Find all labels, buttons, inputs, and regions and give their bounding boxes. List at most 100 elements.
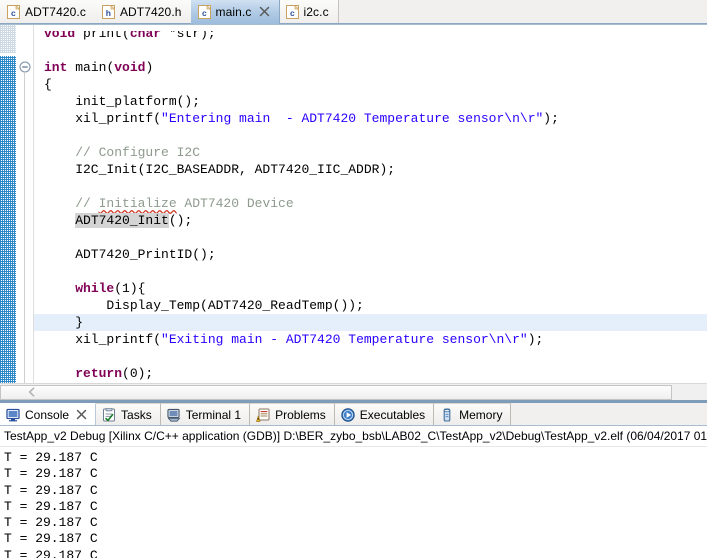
editor-horizontal-scrollbar[interactable] [0,383,707,400]
console-output-line: T = 29.187 C [4,531,98,547]
code-line[interactable]: I2C_Init(I2C_BASEADDR, ADT7420_IIC_ADDR)… [34,161,707,178]
code-token: "Entering main - ADT7420 Temperature sen… [161,111,544,126]
memory-chip-icon [443,407,451,422]
editor-tab-label: ADT7420.h [119,5,182,19]
close-icon[interactable] [76,409,87,420]
code-line[interactable]: // Configure I2C [34,144,707,161]
console-tab-label: Problems [275,407,326,422]
code-token: xil_printf( [44,111,162,126]
code-line[interactable] [34,229,707,246]
code-token: ADT7420_Init [75,213,169,228]
code-token: ADT7420 Device [176,196,294,211]
console-view-panel: Console Tasks Terminal 1 Problems Executable… [0,403,707,558]
console-status-line: TestApp_v2 Debug [Xilinx C/C++ applicati… [0,426,707,447]
console-tab-problems[interactable]: Problems [250,403,335,425]
code-token: I2C_Init(I2C_BASEADDR, ADT7420_IIC_ADDR)… [44,162,396,177]
code-token: (1){ [114,281,146,296]
eclipse-sdk-window: c ADT7420.c h ADT7420.h c main.c c i2c.c void p… [0,0,707,558]
code-line[interactable]: Display_Temp(ADT7420_ReadTemp()); [34,297,707,314]
console-tab-tasks[interactable]: Tasks [96,403,161,425]
console-output-line: T = 29.187 C [4,450,98,465]
code-line[interactable] [34,127,707,144]
code-line[interactable]: ADT7420_PrintID(); [34,246,707,263]
console-output-line: T = 29.187 C [4,547,98,558]
console-tab-label: Console [25,407,70,422]
code-token: ); [543,111,559,126]
code-token: while [75,281,115,296]
change-bar-chunk-modified [0,56,16,383]
editor-tab-label: ADT7420.c [25,5,86,19]
folding-ruler[interactable] [16,25,34,383]
editor-tab-main-c[interactable]: c main.c [190,0,280,24]
code-token: // Configure I2C [44,145,201,160]
code-line[interactable]: while(1){ [34,280,707,297]
h-file-icon: h [101,5,115,19]
console-tab-bar: Console Tasks Terminal 1 Problems Executable… [0,403,707,426]
code-line[interactable]: init_platform(); [34,93,707,110]
code-line[interactable] [34,42,707,59]
chevron-left-icon[interactable] [26,386,38,398]
code-line-current[interactable]: } [34,314,707,331]
code-line[interactable] [34,178,707,195]
code-line[interactable]: xil_printf("Exiting main - ADT7420 Tempe… [34,331,707,348]
code-line[interactable]: return(0); [34,365,707,382]
console-monitor-icon [6,408,20,421]
code-line[interactable]: { [34,76,707,93]
close-icon[interactable] [259,6,270,17]
code-line[interactable] [34,263,707,280]
console-tab-label: Executables [359,407,426,422]
code-token: xil_printf( [44,332,162,347]
console-tab-label: Tasks [121,407,152,422]
code-token: // [44,196,99,211]
svg-text:c: c [290,8,295,18]
c-file-icon: c [285,5,299,19]
code-line[interactable]: ADT7420_Init(); [34,212,707,229]
code-line[interactable]: // Initialize ADT7420 Device [34,195,707,212]
code-token: ); [527,332,544,347]
editor-tab-i2c-c[interactable]: c i2c.c [278,0,339,24]
editor-tab-label: main.c [215,4,252,19]
code-token: (); [168,213,193,228]
code-line[interactable]: xil_printf("Entering main - ADT7420 Temp… [34,110,707,127]
code-token: ADT7420_PrintID(); [44,247,216,262]
svg-text:h: h [106,8,111,18]
problems-warning-icon [256,408,270,422]
code-token: void [114,60,146,75]
tasks-checklist-icon [103,407,116,421]
editor-tab-adt7420-h[interactable]: h ADT7420.h [94,0,192,24]
code-text-area[interactable]: void print(char *str); int main(void){ i… [34,25,707,383]
console-tab-executables[interactable]: Executables [334,403,435,425]
terminal-icon [167,408,181,422]
code-lines: void print(char *str); int main(void){ i… [34,25,707,382]
c-file-icon: c [7,5,20,19]
code-token: return [75,366,123,381]
console-tab-label: Memory [459,407,503,422]
code-token: ) [145,60,154,75]
editor-tab-adt7420-c[interactable]: c ADT7420.c [0,0,96,24]
change-bar-ruler [0,25,16,383]
console-tab-memory[interactable]: Memory [434,403,512,425]
code-token: (0); [122,366,154,381]
code-token: Display_Temp(ADT7420_ReadTemp()); [44,298,364,313]
console-tab-console[interactable]: Console [0,403,97,425]
code-token: "Exiting main - ADT7420 Temperature sens… [161,332,528,347]
code-line[interactable]: int main(void) [34,59,707,76]
console-tab-label: Terminal 1 [185,407,242,422]
editor-tab-label: i2c.c [303,5,329,19]
code-line[interactable] [34,348,707,365]
code-token: { [44,77,52,92]
console-output-line: T = 29.187 C [4,498,98,514]
fold-range-line [24,73,25,383]
scrollbar-thumb[interactable] [0,385,672,400]
code-token: init_platform(); [44,94,201,109]
fold-collapse-icon[interactable] [19,61,31,73]
console-output-line: T = 29.187 C [4,466,98,482]
svg-text:c: c [11,8,16,18]
svg-text:c: c [202,8,207,18]
console-tab-terminal-1[interactable]: Terminal 1 [160,403,251,425]
console-output-area[interactable]: T = 29.187 CT = 29.187 CT = 29.187 CT = … [0,447,707,558]
code-editor[interactable]: void print(char *str); int main(void){ i… [0,25,707,383]
